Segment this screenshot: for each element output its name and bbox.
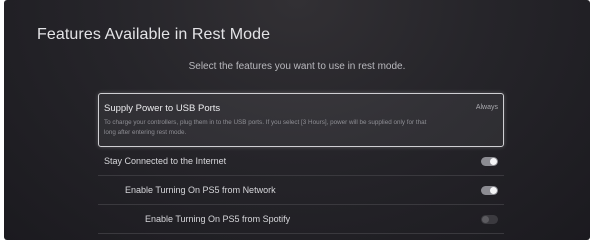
rest-mode-screen: Features Available in Rest Mode Select t… bbox=[4, 0, 590, 240]
stay-connected-label: Stay Connected to the Internet bbox=[104, 156, 227, 166]
toggle-knob bbox=[490, 158, 497, 165]
stay-connected-toggle[interactable] bbox=[481, 157, 498, 166]
supply-power-usb-setting[interactable]: Supply Power to USB Ports Always To char… bbox=[98, 93, 504, 147]
turn-on-network-row[interactable]: Enable Turning On PS5 from Network bbox=[98, 177, 504, 205]
toggle-knob bbox=[490, 187, 497, 194]
turn-on-network-toggle[interactable] bbox=[481, 186, 498, 195]
description-line-1: To charge your controllers, plug them in… bbox=[104, 119, 427, 126]
supply-power-title: Supply Power to USB Ports bbox=[104, 103, 221, 114]
toggle-knob bbox=[482, 216, 489, 223]
turn-on-spotify-row[interactable]: Enable Turning On PS5 from Spotify bbox=[98, 206, 504, 234]
page-subtitle: Select the features you want to use in r… bbox=[188, 61, 406, 72]
supply-power-description: To charge your controllers, plug them in… bbox=[104, 118, 500, 138]
supply-power-value: Always bbox=[475, 104, 498, 111]
turn-on-spotify-toggle[interactable] bbox=[481, 215, 498, 224]
page-title: Features Available in Rest Mode bbox=[37, 26, 271, 43]
turn-on-spotify-label: Enable Turning On PS5 from Spotify bbox=[145, 214, 291, 224]
turn-on-network-label: Enable Turning On PS5 from Network bbox=[125, 185, 276, 195]
description-line-2: long after entering rest mode. bbox=[104, 129, 187, 136]
stay-connected-row[interactable]: Stay Connected to the Internet bbox=[98, 148, 504, 176]
